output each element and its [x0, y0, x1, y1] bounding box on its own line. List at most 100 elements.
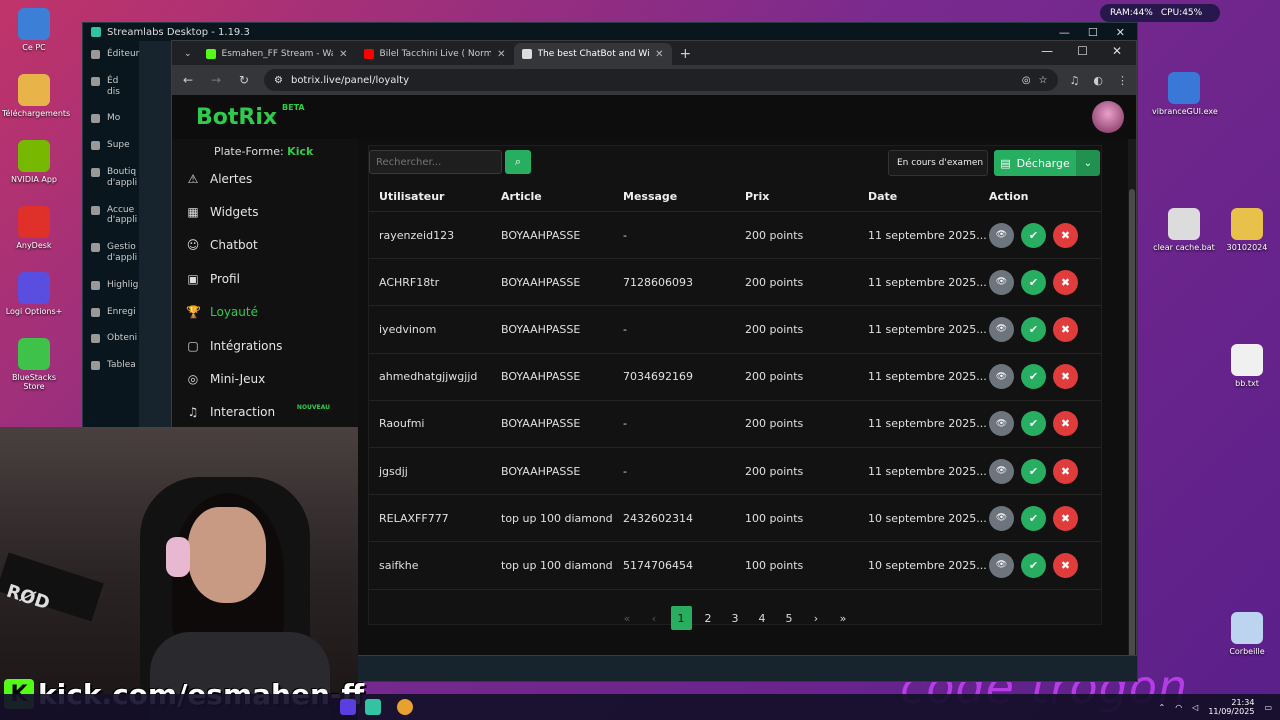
tab-close-icon[interactable]: ✕: [497, 49, 505, 60]
desktop-icon[interactable]: AnyDesk: [2, 206, 66, 250]
wifi-icon[interactable]: ◠: [1175, 703, 1182, 712]
desktop-icon[interactable]: vibranceGUI.exe: [1152, 72, 1218, 116]
close-icon[interactable]: ✕: [1116, 26, 1125, 39]
minimize-icon[interactable]: —: [1059, 26, 1070, 39]
desktop-icon[interactable]: Corbeille: [1215, 612, 1279, 656]
reject-button[interactable]: ✖: [1053, 458, 1078, 484]
media-icon[interactable]: ♫: [1070, 74, 1080, 87]
first-page-button[interactable]: «: [617, 606, 638, 630]
maximize-icon[interactable]: ☐: [1088, 26, 1098, 39]
browser-minimize-icon[interactable]: —: [1041, 44, 1053, 58]
menu-icon[interactable]: ⋮: [1117, 74, 1128, 87]
reload-icon[interactable]: ↻: [236, 73, 252, 87]
streamlabs-sidebar-item[interactable]: Highlig: [83, 272, 139, 299]
site-info-icon[interactable]: ⚙: [274, 75, 283, 86]
view-button[interactable]: 👁: [989, 269, 1014, 295]
sidebar-item-interaction[interactable]: ♫ Interaction NOUVEAU: [172, 396, 358, 429]
page-button[interactable]: 1: [670, 606, 692, 630]
desktop-icon[interactable]: 30102024: [1215, 208, 1279, 252]
new-tab-button[interactable]: +: [672, 46, 700, 65]
streamlabs-sidebar-item[interactable]: Mo: [83, 105, 139, 132]
browser-tab[interactable]: Bilel Tacchini Live ( Normal ✕: [356, 43, 514, 65]
browser-close-icon[interactable]: ✕: [1112, 44, 1122, 58]
view-button[interactable]: 👁: [989, 364, 1014, 390]
volume-icon[interactable]: ◁: [1192, 703, 1198, 712]
taskbar-streamlabs-icon[interactable]: [365, 699, 381, 715]
user-avatar[interactable]: [1092, 101, 1124, 133]
sidebar-item-alerts[interactable]: ⚠ Alertes: [172, 162, 358, 195]
tab-close-icon[interactable]: ✕: [655, 49, 663, 60]
streamlabs-sidebar-item[interactable]: Enregi: [83, 299, 139, 326]
back-icon[interactable]: ←: [180, 73, 196, 87]
sidebar-item-widgets[interactable]: ▦ Widgets: [172, 195, 358, 228]
next-page-button[interactable]: ›: [806, 606, 827, 630]
streamlabs-sidebar-item[interactable]: Éd dis: [83, 68, 139, 106]
view-button[interactable]: 👁: [989, 458, 1014, 484]
view-button[interactable]: 👁: [989, 316, 1014, 342]
taskbar-app-icon[interactable]: [340, 699, 356, 715]
desktop-icon[interactable]: clear cache.bat: [1152, 208, 1216, 252]
tab-close-icon[interactable]: ✕: [339, 49, 347, 60]
download-button[interactable]: ▤ Décharge: [994, 150, 1076, 176]
streamlabs-sidebar-item[interactable]: Supe: [83, 132, 139, 159]
view-button[interactable]: 👁: [989, 411, 1014, 437]
view-button[interactable]: 👁: [989, 222, 1014, 248]
download-dropdown-button[interactable]: ⌄: [1076, 150, 1100, 176]
page-button[interactable]: 5: [779, 606, 800, 630]
approve-button[interactable]: ✔: [1021, 552, 1046, 578]
desktop-icon[interactable]: bb.txt: [1215, 344, 1279, 388]
streamlabs-sidebar-item[interactable]: Accue d'appli: [83, 197, 139, 235]
search-input[interactable]: [369, 150, 502, 174]
sidebar-item-integrations[interactable]: ▢ Intégrations: [172, 329, 358, 362]
reject-button[interactable]: ✖: [1053, 552, 1078, 578]
view-button[interactable]: 👁: [989, 505, 1014, 531]
streamlabs-sidebar-item[interactable]: Gestio d'appli: [83, 234, 139, 272]
approve-button[interactable]: ✔: [1021, 505, 1046, 531]
desktop-icon[interactable]: NVIDIA App: [2, 140, 66, 184]
status-filter-select[interactable]: En cours d'examen: [888, 150, 988, 176]
browser-tab[interactable]: The best ChatBot and Widgets ✕: [513, 43, 672, 65]
last-page-button[interactable]: »: [833, 606, 854, 630]
page-button[interactable]: 2: [698, 606, 719, 630]
page-scrollbar[interactable]: [1128, 139, 1136, 655]
address-bar[interactable]: ⚙ botrix.live/panel/loyalty ◎ ☆: [264, 69, 1058, 91]
approve-button[interactable]: ✔: [1021, 364, 1046, 390]
desktop-icon[interactable]: Téléchargements: [2, 74, 70, 118]
page-button[interactable]: 3: [725, 606, 746, 630]
taskbar-chrome-icon[interactable]: [397, 699, 413, 715]
eye-off-icon[interactable]: ◎: [1022, 75, 1031, 86]
reject-button[interactable]: ✖: [1053, 505, 1078, 531]
sidebar-item-chatbot[interactable]: ☺ Chatbot: [172, 229, 358, 262]
reject-button[interactable]: ✖: [1053, 364, 1078, 390]
desktop-icon[interactable]: BlueStacks Store: [2, 338, 66, 391]
sidebar-item-mini-games[interactable]: ◎ Mini-Jeux: [172, 362, 358, 395]
desktop-icon[interactable]: Ce PC: [2, 8, 66, 52]
notification-icon[interactable]: ▭: [1264, 703, 1272, 712]
browser-tab[interactable]: Esmahen_FF Stream - Watch Li ✕: [198, 43, 356, 65]
tab-search-icon[interactable]: ⌄: [178, 49, 198, 65]
brand-logo[interactable]: BotRix BETA: [196, 103, 305, 130]
browser-maximize-icon[interactable]: ☐: [1077, 44, 1088, 58]
streamlabs-sidebar-item[interactable]: Boutiq d'appli: [83, 159, 139, 197]
streamlabs-sidebar-item[interactable]: Obteni: [83, 325, 139, 352]
sidebar-item-profile[interactable]: ▣ Profil: [172, 262, 358, 295]
search-button[interactable]: ⌕: [505, 150, 531, 174]
reject-button[interactable]: ✖: [1053, 269, 1078, 295]
reject-button[interactable]: ✖: [1053, 316, 1078, 342]
prev-page-button[interactable]: ‹: [644, 606, 665, 630]
view-button[interactable]: 👁: [989, 552, 1014, 578]
approve-button[interactable]: ✔: [1021, 222, 1046, 248]
reject-button[interactable]: ✖: [1053, 222, 1078, 248]
approve-button[interactable]: ✔: [1021, 269, 1046, 295]
page-button[interactable]: 4: [752, 606, 773, 630]
sidebar-item-loyalty[interactable]: 🏆 Loyauté: [172, 296, 358, 329]
approve-button[interactable]: ✔: [1021, 411, 1046, 437]
approve-button[interactable]: ✔: [1021, 458, 1046, 484]
clock[interactable]: 21:34 11/09/2025: [1208, 698, 1254, 716]
approve-button[interactable]: ✔: [1021, 316, 1046, 342]
streamlabs-sidebar-item[interactable]: Tablea: [83, 352, 139, 379]
streamlabs-sidebar-item[interactable]: Éditeur: [83, 41, 139, 68]
desktop-icon[interactable]: Logi Options+: [2, 272, 66, 316]
bookmark-star-icon[interactable]: ☆: [1039, 75, 1048, 86]
reject-button[interactable]: ✖: [1053, 411, 1078, 437]
